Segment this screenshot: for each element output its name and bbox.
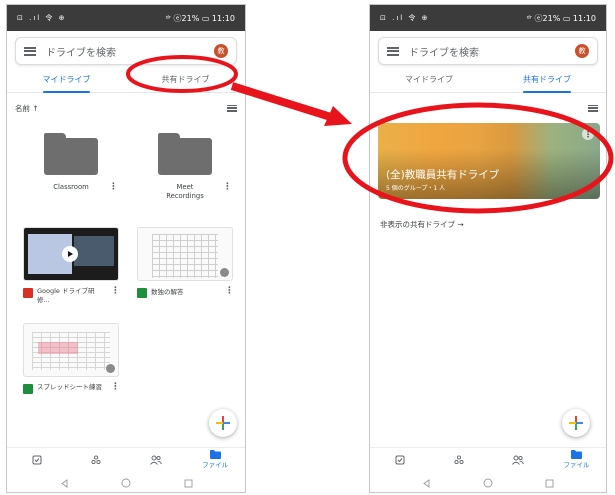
plus-icon: [569, 416, 583, 430]
search-bar[interactable]: ドライブを検索 教: [15, 37, 237, 65]
tab-shared-drives[interactable]: 共有ドライブ: [488, 67, 606, 93]
more-options-icon[interactable]: ⋮: [109, 183, 118, 192]
nav-files[interactable]: ファイル: [186, 448, 246, 471]
nav-files[interactable]: ファイル: [547, 448, 606, 471]
people-icon: [149, 455, 162, 465]
folder-icon: [571, 450, 582, 459]
new-item-fab-button[interactable]: [209, 409, 237, 437]
folder-icon: [44, 133, 98, 175]
shared-badge-icon: [220, 268, 229, 277]
status-bar-icons: ⊡ .ıl 令 ⊕: [380, 14, 430, 22]
drive-tabs: マイドライブ 共有ドライブ: [7, 67, 245, 93]
bottom-navigation: ファイル: [7, 447, 245, 471]
search-placeholder[interactable]: ドライブを検索: [46, 44, 214, 59]
tab-shared-drives[interactable]: 共有ドライブ: [126, 67, 245, 92]
tab-my-drive[interactable]: マイドライブ: [7, 67, 126, 93]
file-name: スプレッドシート練習: [37, 383, 102, 391]
recents-icon[interactable]: [545, 479, 554, 488]
hidden-shared-drives-link[interactable]: 非表示の共有ドライブ →: [380, 219, 464, 230]
spreadsheet-thumbnail: [137, 227, 233, 281]
view-bar: [370, 101, 606, 115]
search-placeholder[interactable]: ドライブを検索: [409, 44, 575, 59]
video-thumbnail: [23, 227, 119, 281]
folder-icon: [158, 133, 212, 175]
drive-tabs: マイドライブ 共有ドライブ: [370, 67, 606, 93]
back-icon[interactable]: [60, 478, 69, 488]
tab-my-drive[interactable]: マイドライブ: [370, 67, 488, 92]
status-bar: ⊡ .ıl 令 ⊕ ᵈʳ ⓔ21% ▭ 11:10: [7, 5, 245, 31]
spreadsheet-thumbnail: [23, 323, 119, 377]
folder-item[interactable]: Classroom ⋮: [23, 133, 119, 192]
status-bar-right: ᵈʳ ⓔ21% ▭ 11:10: [526, 13, 596, 23]
shared-drive-members: 5 個のグループ・1 人: [386, 185, 446, 192]
status-bar: ⊡ .ıl 令 ⊕ ᵈʳ ⓔ21% ▭ 11:10: [370, 5, 606, 31]
phone-screen-my-drive: ⊡ .ıl 令 ⊕ ᵈʳ ⓔ21% ▭ 11:10 ドライブを検索 教 マイドラ…: [6, 4, 246, 493]
folder-name: Classroom: [53, 183, 89, 191]
file-item[interactable]: Google ドライブ研修... ⋮: [23, 227, 120, 304]
file-name: Google ドライブ研修...: [37, 287, 95, 304]
people-icon: [511, 455, 524, 465]
nav-shared[interactable]: [126, 448, 186, 471]
recents-icon[interactable]: [184, 479, 193, 488]
nav-priority[interactable]: [370, 448, 429, 471]
shared-badge-icon: [106, 364, 115, 373]
status-bar-icons: ⊡ .ıl 令 ⊕: [17, 14, 67, 22]
new-item-fab-button[interactable]: [562, 409, 590, 437]
annotation-arrow-line: [230, 82, 336, 122]
sheets-file-icon: [137, 288, 147, 298]
search-bar[interactable]: ドライブを検索 教: [378, 37, 598, 65]
file-item[interactable]: スプレッドシート練習 ⋮: [23, 323, 120, 394]
play-icon: [62, 246, 78, 262]
nav-files-label: ファイル: [563, 461, 590, 469]
nav-workspaces[interactable]: [429, 448, 488, 471]
phone-screen-shared-drives: ⊡ .ıl 令 ⊕ ᵈʳ ⓔ21% ▭ 11:10 ドライブを検索 教 マイドラ…: [369, 4, 607, 493]
system-navigation-bar: [370, 473, 606, 492]
home-icon[interactable]: [121, 478, 131, 488]
workspaces-icon: [453, 454, 464, 464]
nav-workspaces[interactable]: [67, 448, 127, 471]
bottom-navigation: ファイル: [370, 447, 606, 471]
more-options-icon[interactable]: ⋮: [223, 183, 232, 192]
shared-drive-title: (全)教職員共有ドライブ: [386, 169, 500, 181]
nav-shared[interactable]: [488, 448, 547, 471]
system-navigation-bar: [7, 473, 245, 492]
list-view-icon[interactable]: [227, 104, 237, 112]
checkbox-icon: [32, 455, 42, 464]
workspaces-icon: [91, 454, 101, 464]
file-item[interactable]: 数独の解答 ⋮: [137, 227, 234, 298]
folder-icon: [209, 450, 221, 459]
more-options-icon[interactable]: ⋮: [582, 128, 594, 140]
more-options-icon[interactable]: ⋮: [111, 383, 120, 392]
avatar[interactable]: 教: [575, 44, 589, 58]
sort-bar: 名前 ↑: [7, 101, 245, 115]
video-file-icon: [23, 288, 33, 298]
more-options-icon[interactable]: ⋮: [225, 287, 234, 296]
sort-label[interactable]: 名前 ↑: [15, 103, 39, 114]
back-icon[interactable]: [422, 478, 431, 488]
folder-name: Meet Recordings: [166, 183, 204, 200]
list-view-icon[interactable]: [588, 104, 598, 112]
menu-icon[interactable]: [387, 46, 399, 56]
avatar[interactable]: 教: [214, 44, 228, 58]
annotation-arrow-head: [324, 106, 352, 126]
more-options-icon[interactable]: ⋮: [111, 287, 120, 296]
folder-item[interactable]: Meet Recordings ⋮: [137, 133, 233, 201]
shared-drive-card[interactable]: ⋮ (全)教職員共有ドライブ 5 個のグループ・1 人: [378, 123, 600, 199]
file-name: 数独の解答: [151, 288, 184, 296]
plus-icon: [216, 416, 230, 430]
nav-priority[interactable]: [7, 448, 67, 471]
nav-files-label: ファイル: [202, 461, 229, 469]
menu-icon[interactable]: [24, 46, 36, 56]
checkbox-icon: [395, 455, 404, 464]
status-bar-right: ᵈʳ ⓔ21% ▭ 11:10: [165, 13, 235, 23]
home-icon[interactable]: [483, 478, 493, 488]
sheets-file-icon: [23, 384, 33, 394]
